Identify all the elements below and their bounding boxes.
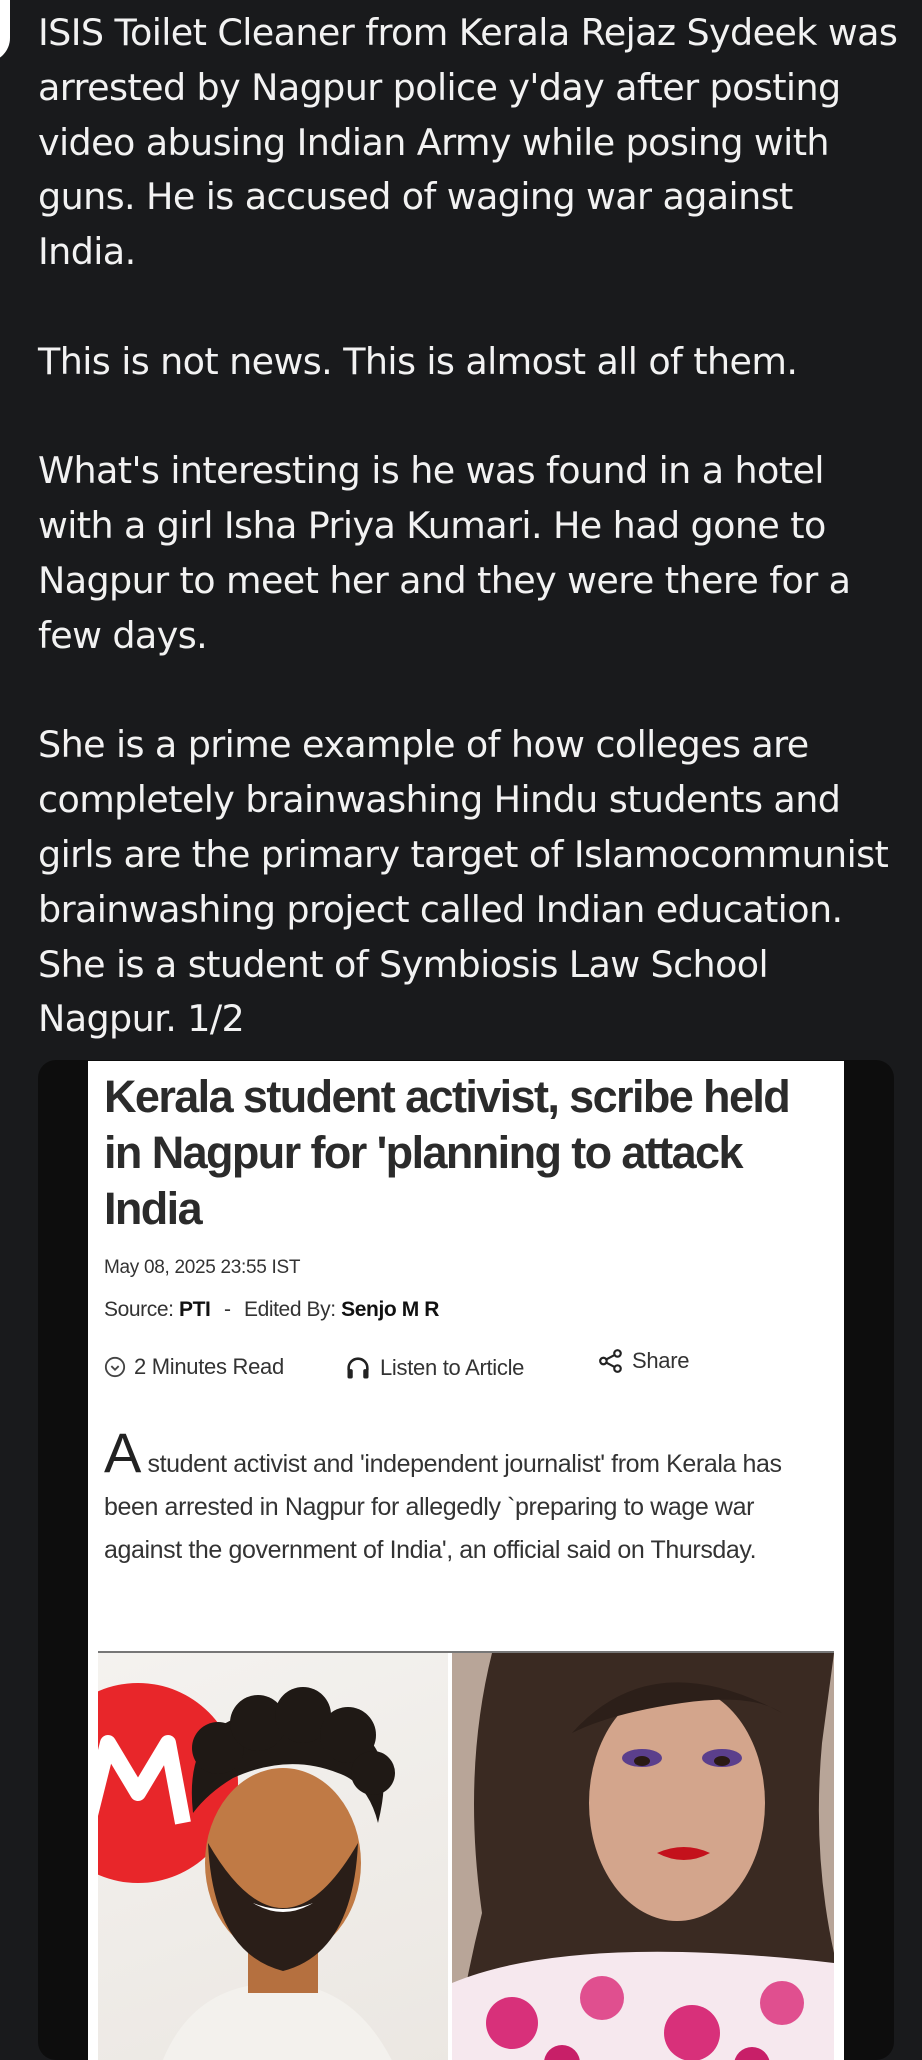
headphones-icon (347, 1357, 369, 1379)
share-label: Share (632, 1348, 690, 1373)
clock-icon (104, 1356, 126, 1378)
article-screenshot: Kerala student activist, scribe held in … (88, 1061, 844, 2060)
post-paragraph-3: What's interesting is he was found in a … (38, 449, 851, 657)
listen-button[interactable]: Listen to Article (344, 1354, 524, 1382)
post-paragraph-1: ISIS Toilet Cleaner from Kerala Rejaz Sy… (38, 11, 898, 274)
edited-by-value: Senjo M R (341, 1298, 440, 1321)
read-time: 2 Minutes Read (104, 1354, 284, 1380)
article-headline: Kerala student activist, scribe held in … (104, 1071, 791, 1234)
article-date: May 08, 2025 23:55 IST (104, 1257, 301, 1278)
post-paragraph-4: She is a prime example of how colleges a… (38, 723, 889, 1041)
article-actions: 2 Minutes Read Listen to Article Share (104, 1348, 824, 1388)
post-paragraph-2: This is not news. This is almost all of … (38, 339, 798, 383)
source-value: PTI (179, 1298, 211, 1321)
article-photo-man (98, 1653, 448, 2060)
listen-label: Listen to Article (380, 1355, 525, 1380)
drop-cap: A (104, 1421, 141, 1484)
post-text: ISIS Toilet Cleaner from Kerala Rejaz Sy… (38, 6, 898, 1047)
article-photo-woman (452, 1653, 834, 2060)
source-separator: - (223, 1298, 231, 1321)
read-time-label: 2 Minutes Read (134, 1354, 284, 1379)
article-source-line: Source: PTI - Edited By: Senjo M R (104, 1298, 439, 1322)
share-button[interactable]: Share (598, 1348, 690, 1374)
avatar[interactable] (0, 0, 10, 62)
source-label: Source: (104, 1298, 174, 1321)
article-body: A student activist and 'independent jour… (104, 1425, 834, 1572)
article-body-text: student activist and 'independent journa… (104, 1450, 782, 1564)
post-image-card[interactable]: Kerala student activist, scribe held in … (38, 1060, 894, 2060)
edited-by-label: Edited By: (243, 1298, 336, 1321)
share-icon (599, 1349, 622, 1373)
